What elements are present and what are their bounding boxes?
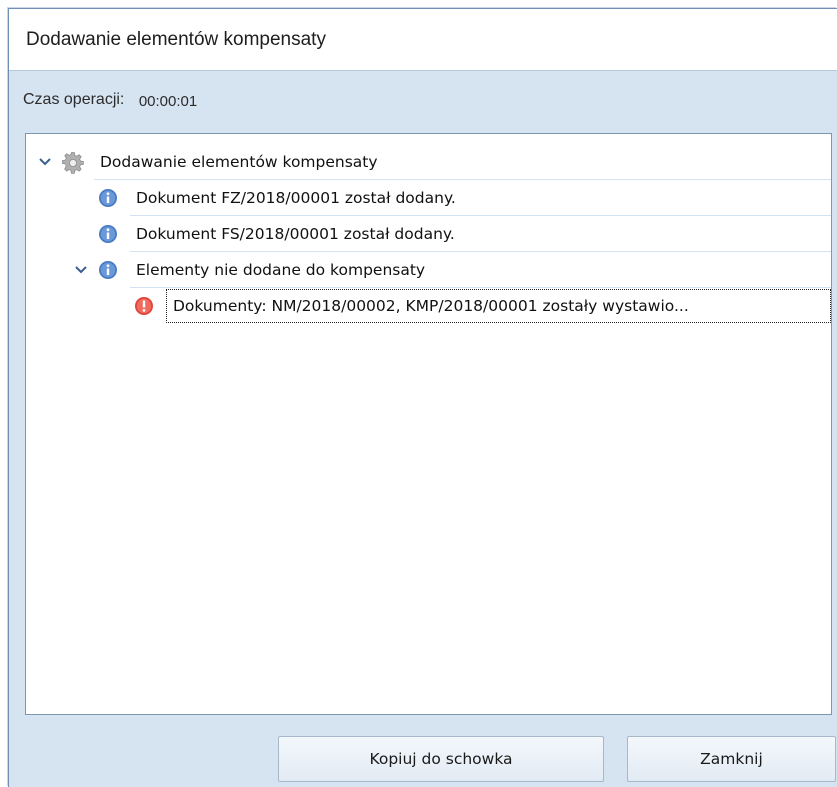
chevron-down-icon[interactable] xyxy=(38,155,52,169)
tree-node-label: Dokumenty: NM/2018/00002, KMP/2018/00001… xyxy=(166,289,831,323)
gear-icon xyxy=(62,152,84,174)
tree-node-info[interactable]: Dokument FZ/2018/00001 został dodany. xyxy=(98,180,831,216)
info-icon xyxy=(98,260,118,280)
dialog-window: Dodawanie elementów kompensaty Czas oper… xyxy=(8,8,837,787)
title-bar: Dodawanie elementów kompensaty xyxy=(9,9,837,71)
info-icon xyxy=(98,188,118,208)
tree-node-label: Dodawanie elementów kompensaty xyxy=(94,144,831,180)
tree-node-info-group[interactable]: Elementy nie dodane do kompensaty xyxy=(74,252,831,288)
copy-to-clipboard-button[interactable]: Kopiuj do schowka xyxy=(278,736,604,782)
close-button[interactable]: Zamknij xyxy=(627,736,836,782)
chevron-down-icon[interactable] xyxy=(74,263,88,277)
tree-node-label: Dokument FZ/2018/00001 został dodany. xyxy=(130,180,831,216)
operation-time: Czas operacji: 00:00:01 xyxy=(23,91,198,110)
tree-node-label: Dokument FS/2018/00001 został dodany. xyxy=(130,216,831,252)
tree-node-label: Elementy nie dodane do kompensaty xyxy=(130,252,831,288)
tree-node-error[interactable]: Dokumenty: NM/2018/00002, KMP/2018/00001… xyxy=(134,288,831,324)
tree-node-info[interactable]: Dokument FS/2018/00001 został dodany. xyxy=(98,216,831,252)
operation-time-value: 00:00:01 xyxy=(138,93,198,110)
log-tree[interactable]: Dodawanie elementów kompensaty Dokument … xyxy=(25,133,832,715)
window-title: Dodawanie elementów kompensaty xyxy=(26,29,326,50)
info-icon xyxy=(98,224,118,244)
operation-time-label: Czas operacji: xyxy=(23,91,125,108)
error-icon xyxy=(134,296,154,316)
tree-node-root[interactable]: Dodawanie elementów kompensaty xyxy=(38,144,831,180)
